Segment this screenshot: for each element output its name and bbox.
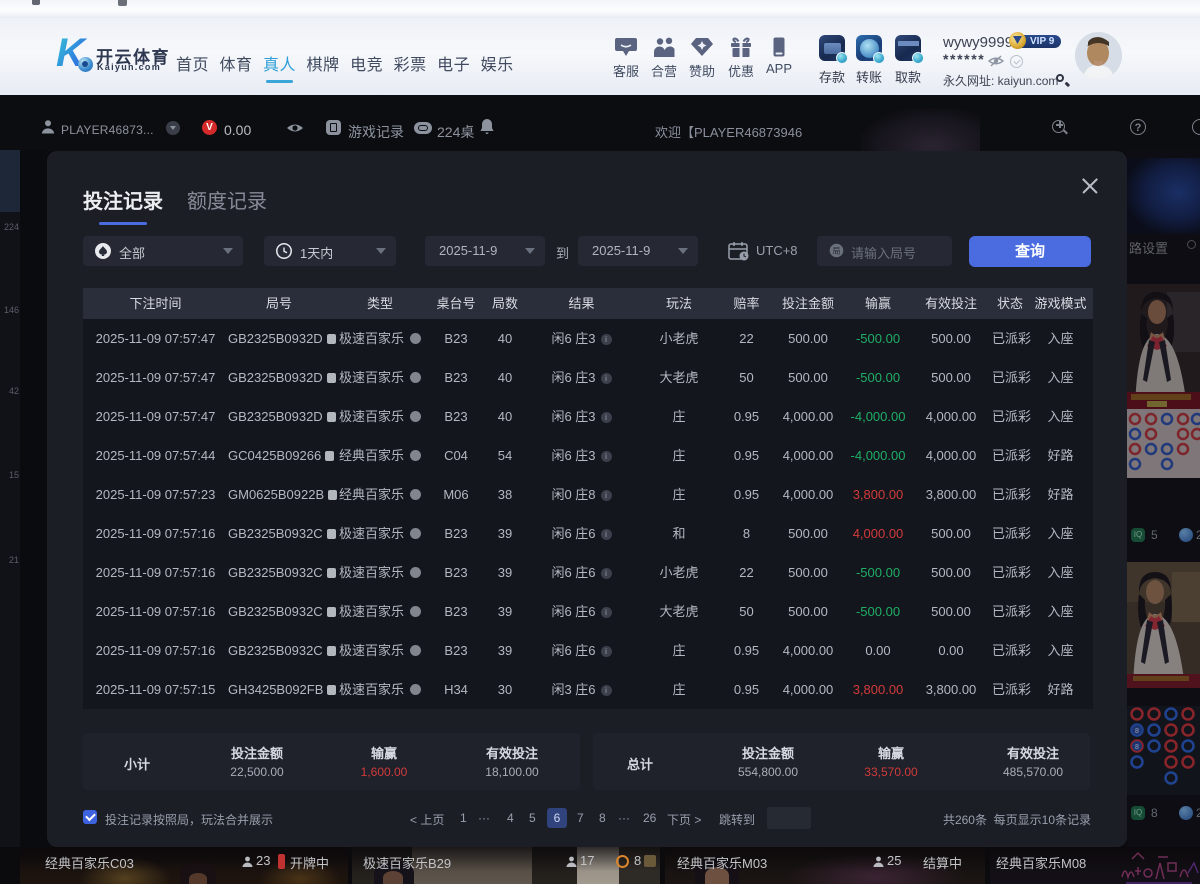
svg-text:局: 局 [833,247,841,256]
